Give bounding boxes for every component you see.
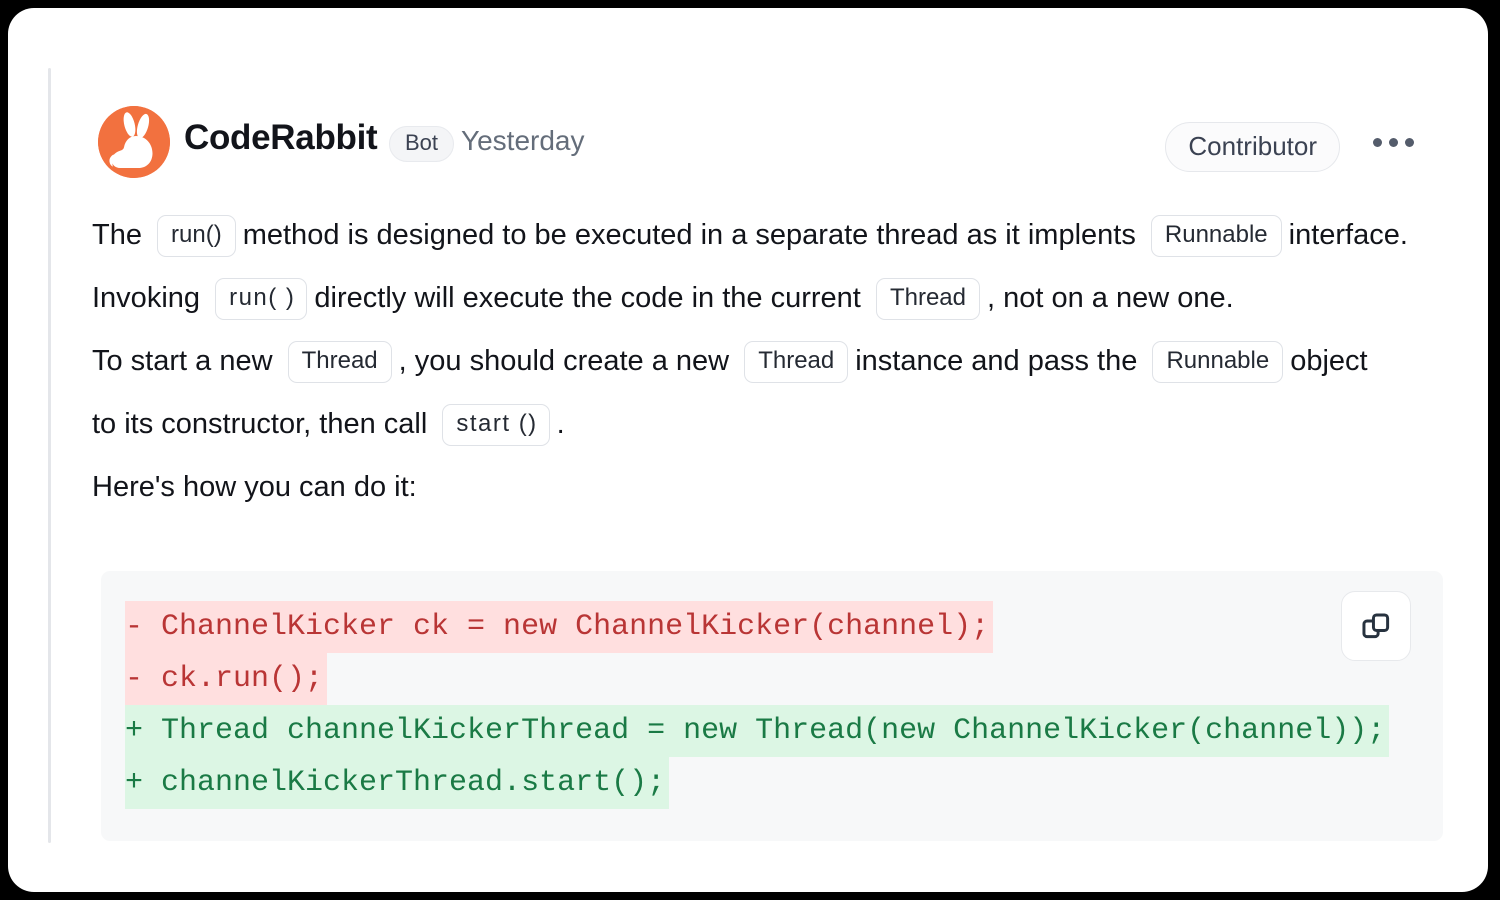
bot-badge: Bot [389, 126, 455, 162]
diff-code-block: - ChannelKicker ck = new ChannelKicker(c… [101, 571, 1443, 841]
copy-code-button[interactable] [1341, 591, 1411, 661]
rabbit-avatar-icon[interactable] [98, 106, 170, 178]
diff-line-text: - ChannelKicker ck = new ChannelKicker(c… [125, 601, 994, 653]
text-fragment: instance and pass the [855, 345, 1138, 377]
inline-code-runnable: Runnable [1150, 215, 1282, 258]
inline-code-thread: Thread [875, 278, 980, 321]
text-fragment: object [1290, 345, 1368, 377]
body-line-5: Here's how you can do it: [92, 471, 417, 503]
diff-line-addition: + channelKickerThread.start(); [101, 757, 1443, 809]
text-fragment: The [92, 219, 142, 251]
body-line-1: The run() method is designed to be execut… [92, 204, 1432, 267]
diff-line-text: + Thread channelKickerThread = new Threa… [125, 705, 1390, 757]
diff-line-deletion: - ChannelKicker ck = new ChannelKicker(c… [101, 601, 1443, 653]
comment-author[interactable]: CodeRabbit [184, 118, 378, 158]
kebab-dot [1389, 138, 1398, 147]
status-badge-contributor[interactable]: Contributor [1165, 122, 1340, 172]
body-line-3: To start a new Thread, you should create… [92, 330, 1432, 393]
text-fragment: , not on a new one. [986, 282, 1234, 314]
kebab-menu-icon[interactable] [1373, 138, 1414, 147]
body-line-2: Invoking run( ) directly will execute the… [92, 267, 1432, 330]
copy-icon [1359, 609, 1393, 643]
screen-root: CodeRabbit Bot Yesterday Contributor The… [0, 0, 1500, 900]
comment-header: CodeRabbit Bot Yesterday Contributor [92, 98, 1458, 194]
kebab-dot [1405, 138, 1414, 147]
comment-timestamp[interactable]: Yesterday [461, 125, 585, 157]
diff-line-addition: + Thread channelKickerThread = new Threa… [101, 705, 1443, 757]
inline-code-start: start () [442, 404, 550, 447]
text-fragment: directly will execute the code in the cu… [314, 282, 861, 314]
text-fragment: To start a new [92, 345, 273, 377]
text-fragment: , you should create a new [398, 345, 730, 377]
thread-line [48, 68, 51, 843]
comment-body: The run() method is designed to be execut… [92, 204, 1432, 519]
kebab-dot [1373, 138, 1382, 147]
diff-line-text: - ck.run(); [125, 653, 328, 705]
diff-line-deletion: - ck.run(); [101, 653, 1443, 705]
text-fragment: Invoking [92, 282, 201, 314]
inline-code-runnable: Runnable [1152, 341, 1284, 384]
text-fragment: method is designed to be executed in a s… [242, 219, 1136, 251]
inline-code-run: run( ) [215, 278, 308, 321]
text-fragment: . [556, 408, 565, 440]
inline-code-thread: Thread [744, 341, 849, 384]
text-fragment: to its constructor, then call [92, 408, 428, 440]
diff-line-text: + channelKickerThread.start(); [125, 757, 670, 809]
inline-code-run: run() [157, 215, 236, 258]
inline-code-thread: Thread [287, 341, 392, 384]
text-fragment: interface. [1288, 219, 1408, 251]
comment-card: CodeRabbit Bot Yesterday Contributor The… [8, 8, 1488, 892]
body-line-4: to its constructor, then call start (). [92, 393, 1432, 456]
comment-container: CodeRabbit Bot Yesterday Contributor The… [92, 98, 1458, 841]
